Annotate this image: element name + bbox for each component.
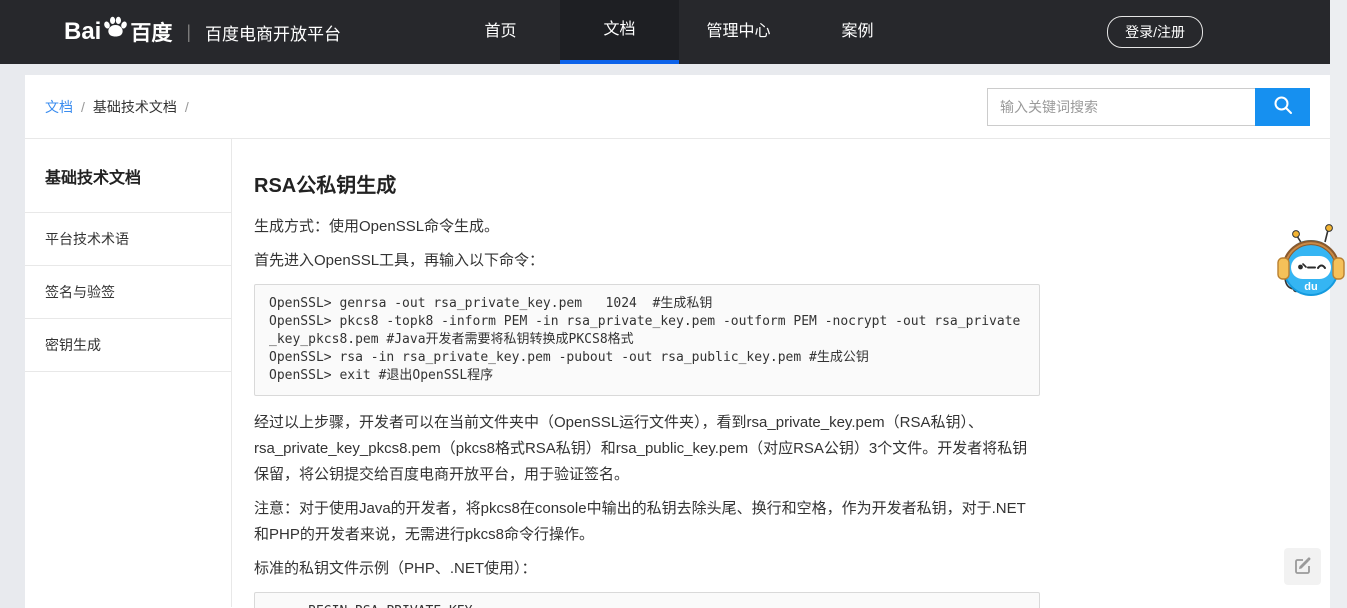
docs-sidebar: 基础技术文档 平台技术术语 签名与验签 密钥生成 (25, 139, 232, 607)
breadcrumb-row: 文档 / 基础技术文档 / (25, 75, 1330, 139)
sidebar-item-terminology[interactable]: 平台技术术语 (25, 213, 231, 266)
nav-item-home[interactable]: 首页 (441, 0, 560, 64)
content-card: 文档 / 基础技术文档 / 基础技术文档 平台技术术语 签名与验签 密钥生成 (25, 75, 1330, 608)
search-icon (1272, 94, 1294, 119)
nav-item-cases[interactable]: 案例 (798, 0, 917, 64)
breadcrumb-separator: / (81, 99, 85, 115)
logo-text-du: 百度 (130, 17, 172, 47)
paragraph-note: 注意：对于使用Java的开发者，将pkcs8在console中输出的私钥去除头尾… (254, 496, 1040, 548)
breadcrumb-link-docs[interactable]: 文档 (45, 97, 73, 117)
page-title: RSA公私钥生成 (254, 169, 1040, 198)
site-name: 百度电商开放平台 (205, 20, 341, 45)
feedback-edit-button[interactable] (1284, 548, 1321, 585)
edit-pencil-icon (1293, 555, 1313, 578)
logo-divider: | (186, 22, 191, 43)
sidebar-item-keygen[interactable]: 密钥生成 (25, 319, 231, 372)
sidebar-item-signature[interactable]: 签名与验签 (25, 266, 231, 319)
doc-content: RSA公私钥生成 生成方式：使用OpenSSL命令生成。 首先进入OpenSSL… (232, 139, 1330, 607)
top-navbar: Bai 百度 | 百度电商开放平台 首页 文档 管理中心 案例 登录/注册 (0, 0, 1330, 64)
code-block-openssl-commands: OpenSSL> genrsa -out rsa_private_key.pem… (254, 284, 1040, 396)
baidu-paw-icon (102, 15, 128, 44)
body-row: 基础技术文档 平台技术术语 签名与验签 密钥生成 RSA公私钥生成 生成方式：使… (25, 139, 1330, 607)
search-button[interactable] (1255, 88, 1310, 126)
nav-item-docs[interactable]: 文档 (560, 0, 679, 64)
search-input[interactable] (987, 88, 1255, 126)
paragraph-steps: 经过以上步骤，开发者可以在当前文件夹中（OpenSSL运行文件夹），看到rsa_… (254, 410, 1040, 488)
paragraph-example: 标准的私钥文件示例（PHP、.NET使用）： (254, 556, 1040, 582)
breadcrumb-current: 基础技术文档 (93, 97, 177, 117)
code-block-private-key: -----BEGIN RSA PRIVATE KEY----- MIICXQIB… (254, 592, 1040, 608)
du-assistant-mascot[interactable]: du (1277, 220, 1345, 300)
nav-item-management[interactable]: 管理中心 (679, 0, 798, 64)
mascot-label: du (1304, 281, 1317, 293)
logo-text-bai: Bai (64, 18, 101, 46)
search-group (987, 88, 1310, 126)
breadcrumb-separator: / (185, 99, 189, 115)
scrollbar-track[interactable] (1330, 0, 1347, 608)
main-nav: 首页 文档 管理中心 案例 (441, 0, 917, 64)
sidebar-title: 基础技术文档 (25, 139, 231, 213)
baidu-logo[interactable]: Bai 百度 | 百度电商开放平台 (64, 15, 341, 50)
paragraph-method: 生成方式：使用OpenSSL命令生成。 (254, 214, 1040, 240)
login-register-button[interactable]: 登录/注册 (1107, 16, 1203, 48)
paragraph-intro: 首先进入OpenSSL工具，再输入以下命令： (254, 248, 1040, 274)
